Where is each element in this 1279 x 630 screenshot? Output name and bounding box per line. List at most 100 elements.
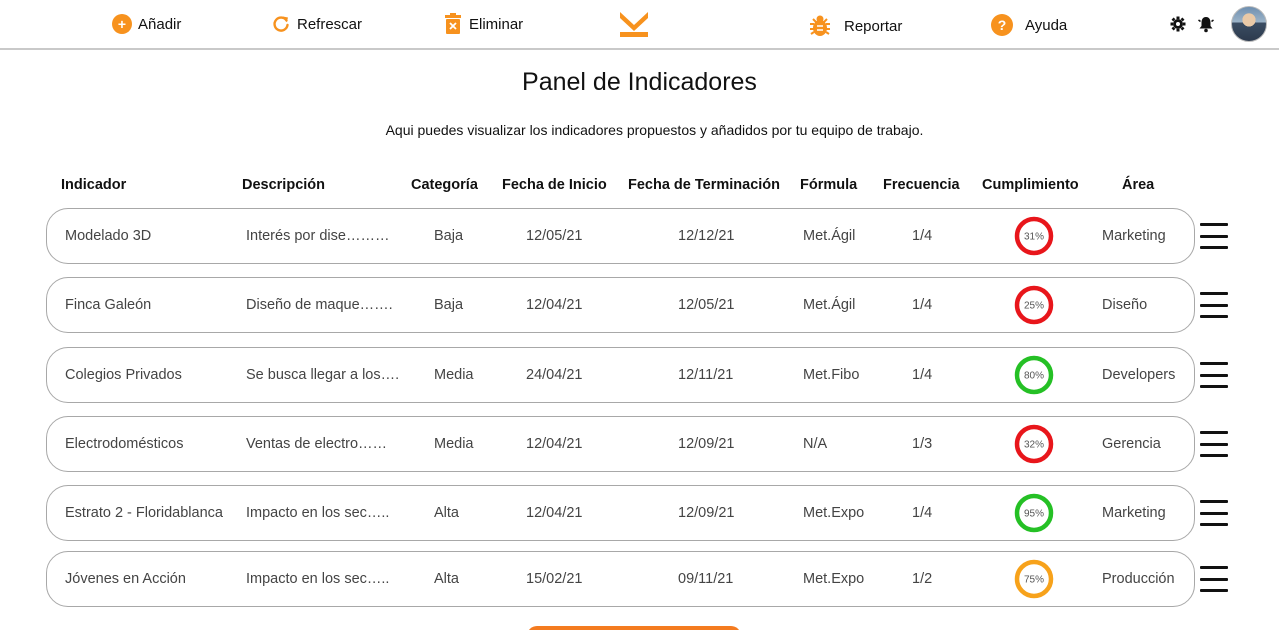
indicator-name: Jóvenes en Acción — [65, 571, 186, 587]
indicator-description: Interés por dise……… — [246, 228, 390, 244]
indicator-name: Colegios Privados — [65, 367, 182, 383]
compliance-gauge: 75% — [1014, 559, 1054, 599]
compliance-percent: 75% — [1024, 575, 1044, 586]
refresh-button[interactable]: Refrescar — [271, 14, 362, 34]
indicator-category: Alta — [434, 571, 459, 587]
refresh-button-label: Refrescar — [297, 15, 363, 33]
menu-line — [1200, 385, 1228, 388]
indicator-area: Producción — [1102, 571, 1175, 587]
indicator-formula: Met.Ágil — [803, 228, 856, 244]
indicator-end-date: 12/12/21 — [678, 228, 735, 244]
indicator-area: Marketing — [1102, 228, 1166, 244]
indicator-start-date: 12/05/21 — [526, 228, 583, 244]
menu-line — [1200, 234, 1228, 238]
table-row[interactable]: Electrodomésticos Ventas de electro…… Medi… — [46, 416, 1195, 472]
table-row[interactable]: Colegios Privados Se busca llegar a los….… — [46, 347, 1195, 403]
indicator-area: Diseño — [1102, 297, 1148, 313]
indicator-description: Ventas de electro…… — [246, 436, 388, 452]
header-description: Descripción — [242, 177, 325, 193]
add-button[interactable]: + Añadir — [112, 14, 181, 34]
help-button[interactable]: ? Ayuda — [991, 14, 1067, 36]
indicator-area: Marketing — [1102, 505, 1166, 521]
table-row[interactable]: Modelado 3D Interés por dise……… Baja 12/05/… — [46, 208, 1195, 264]
menu-line — [1200, 362, 1228, 365]
indicator-end-date: 12/09/21 — [678, 436, 735, 452]
top-toolbar: + Añadir Refrescar Eliminar Reportar ? A… — [0, 0, 1279, 50]
report-button[interactable]: Reportar — [808, 14, 902, 38]
compliance-gauge: 25% — [1014, 285, 1054, 325]
indicator-end-date: 09/11/21 — [678, 571, 734, 587]
indicator-start-date: 12/04/21 — [526, 505, 583, 521]
menu-line — [1200, 523, 1228, 526]
header-category: Categoría — [411, 177, 478, 193]
indicator-description: Se busca llegar a los…. — [246, 367, 400, 383]
header-formula: Fórmula — [800, 177, 858, 193]
menu-line — [1200, 431, 1228, 434]
bug-icon — [808, 14, 832, 38]
hamburger-menu-icon[interactable] — [1200, 566, 1228, 592]
table-row[interactable]: Finca Galeón Diseño de maque……. Baja 12/04/… — [46, 277, 1195, 333]
page-title: Panel de Indicadores — [522, 68, 757, 96]
menu-line — [1200, 246, 1228, 249]
header-frequency: Frecuencia — [883, 177, 960, 193]
refresh-icon — [271, 14, 291, 34]
table-row[interactable]: Jóvenes en Acción Impacto en los sec….. Al… — [46, 551, 1195, 607]
compliance-gauge: 95% — [1014, 493, 1054, 533]
indicator-formula: Met.Expo — [803, 505, 865, 521]
compliance-gauge: 80% — [1014, 355, 1054, 395]
menu-line — [1200, 577, 1228, 581]
compliance-percent: 31% — [1024, 232, 1044, 243]
hamburger-menu-icon[interactable] — [1200, 431, 1228, 457]
menu-line — [1200, 303, 1228, 307]
header-start-date: Fecha de Inicio — [502, 177, 607, 193]
indicator-frequency: 1/4 — [912, 505, 933, 521]
indicator-formula: Met.Ágil — [803, 297, 856, 313]
gear-icon[interactable] — [1169, 15, 1187, 33]
indicator-description: Impacto en los sec….. — [246, 571, 390, 587]
compliance-gauge: 32% — [1014, 424, 1054, 464]
indicator-start-date: 12/04/21 — [526, 297, 583, 313]
delete-button-label: Eliminar — [469, 15, 524, 33]
menu-line — [1200, 292, 1228, 295]
brand-logo[interactable] — [618, 10, 650, 38]
hamburger-menu-icon[interactable] — [1200, 292, 1228, 318]
header-right-actions — [1169, 6, 1267, 42]
indicator-description: Impacto en los sec….. — [246, 505, 390, 521]
compliance-percent: 25% — [1024, 301, 1044, 312]
indicator-name: Modelado 3D — [65, 228, 152, 244]
trash-icon — [443, 13, 463, 34]
menu-line — [1200, 566, 1228, 569]
compliance-percent: 80% — [1024, 371, 1044, 382]
primary-action-button[interactable] — [527, 626, 741, 630]
indicator-name: Estrato 2 - Floridablanca — [65, 505, 223, 521]
indicator-end-date: 12/11/21 — [678, 367, 734, 383]
hamburger-menu-icon[interactable] — [1200, 223, 1228, 249]
header-compliance: Cumplimiento — [982, 177, 1079, 193]
header-indicator: Indicador — [61, 177, 127, 193]
avatar[interactable] — [1231, 6, 1267, 42]
bell-icon[interactable] — [1197, 15, 1215, 33]
hamburger-menu-icon[interactable] — [1200, 362, 1228, 388]
delete-button[interactable]: Eliminar — [443, 13, 524, 34]
plus-circle-icon: + — [112, 14, 132, 34]
indicator-description: Diseño de maque……. — [246, 297, 393, 313]
indicator-start-date: 12/04/21 — [526, 436, 583, 452]
report-button-label: Reportar — [844, 17, 903, 35]
compliance-percent: 95% — [1024, 509, 1044, 520]
indicator-frequency: 1/4 — [912, 297, 933, 313]
compliance-gauge: 31% — [1014, 216, 1054, 256]
indicator-start-date: 24/04/21 — [526, 367, 583, 383]
help-button-label: Ayuda — [1025, 16, 1068, 34]
indicator-name: Finca Galeón — [65, 297, 152, 313]
indicator-formula: N/A — [803, 436, 828, 452]
page-subtitle: Aqui puedes visualizar los indicadores p… — [385, 122, 924, 138]
header-end-date: Fecha de Terminación — [628, 177, 781, 193]
indicator-frequency: 1/3 — [912, 436, 933, 452]
hamburger-menu-icon[interactable] — [1200, 500, 1228, 526]
indicator-end-date: 12/05/21 — [678, 297, 735, 313]
indicator-end-date: 12/09/21 — [678, 505, 735, 521]
indicator-frequency: 1/2 — [912, 571, 933, 587]
table-row[interactable]: Estrato 2 - Floridablanca Impacto en los … — [46, 485, 1195, 541]
header-area: Área — [1122, 177, 1155, 193]
add-button-label: Añadir — [138, 15, 182, 33]
